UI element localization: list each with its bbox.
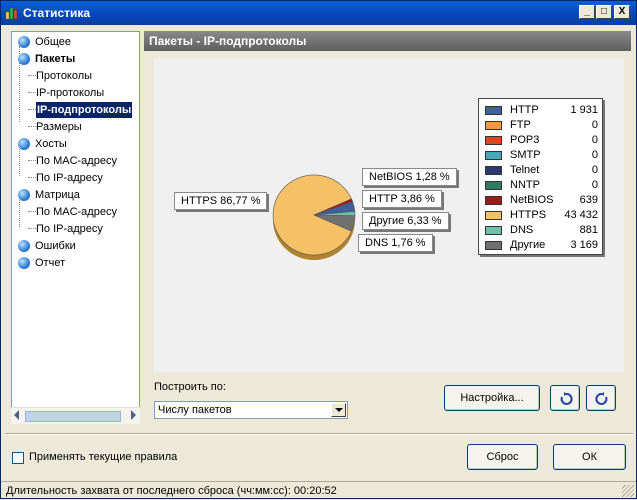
legend-value: 0 bbox=[591, 164, 598, 176]
legend-value: 639 bbox=[579, 194, 598, 206]
legend-swatch bbox=[485, 151, 502, 160]
tree-connector bbox=[19, 200, 20, 227]
statistics-window: Статистика _ □ X Общее Пакеты Протоколы … bbox=[0, 0, 637, 499]
tree-horizontal-scrollbar[interactable] bbox=[11, 407, 140, 424]
legend-item: DNS 881 bbox=[485, 223, 598, 238]
legend-label: Telnet bbox=[510, 164, 540, 176]
build-by-label: Построить по: bbox=[154, 381, 226, 393]
status-bar: Длительность захвата от последнего сброс… bbox=[1, 481, 636, 499]
tree-connector bbox=[28, 160, 36, 161]
legend-swatch bbox=[485, 136, 502, 145]
build-by-select[interactable]: Числу пакетов bbox=[154, 401, 348, 419]
legend-label: Другие bbox=[510, 239, 546, 251]
legend-label: HTTPS bbox=[510, 209, 547, 221]
legend-value: 1 931 bbox=[570, 104, 598, 116]
legend-value: 0 bbox=[591, 134, 598, 146]
maximize-button[interactable]: □ bbox=[596, 5, 612, 19]
title-bar[interactable]: Статистика _ □ X bbox=[1, 1, 636, 25]
build-by-value: Числу пакетов bbox=[158, 404, 232, 416]
legend-value: 881 bbox=[579, 224, 598, 236]
legend-item: SMTP 0 bbox=[485, 148, 598, 163]
close-button[interactable]: X bbox=[614, 5, 630, 19]
divider bbox=[5, 433, 633, 435]
callout-other: Другие 6,33 % bbox=[362, 212, 449, 230]
tree-connector bbox=[28, 75, 36, 76]
legend-label: FTP bbox=[510, 119, 531, 131]
legend-value: 43 432 bbox=[564, 209, 598, 221]
panel-title: Пакеты - IP-подпротоколы bbox=[144, 31, 631, 51]
ok-button[interactable]: ОК bbox=[553, 444, 626, 470]
legend-swatch bbox=[485, 241, 502, 250]
callout-dns: DNS 1,76 % bbox=[358, 234, 433, 252]
resize-grip-icon[interactable] bbox=[622, 485, 634, 497]
legend-label: NetBIOS bbox=[510, 194, 554, 206]
globe-icon bbox=[18, 257, 30, 269]
legend-label: DNS bbox=[510, 224, 534, 236]
legend-swatch bbox=[485, 211, 502, 220]
tree-connector bbox=[19, 149, 20, 176]
callout-http: HTTP 3,86 % bbox=[362, 190, 442, 208]
legend-item: FTP 0 bbox=[485, 118, 598, 133]
globe-icon bbox=[18, 240, 30, 252]
legend-swatch bbox=[485, 196, 502, 205]
chevron-down-icon[interactable] bbox=[331, 403, 346, 417]
window-title: Статистика bbox=[23, 6, 91, 20]
legend-swatch bbox=[485, 181, 502, 190]
apply-rules-checkbox[interactable] bbox=[12, 452, 24, 464]
statistics-app-icon bbox=[5, 7, 18, 20]
scroll-left-arrow-icon[interactable] bbox=[14, 410, 19, 420]
minimize-button[interactable]: _ bbox=[579, 5, 595, 19]
scrollbar-thumb[interactable] bbox=[25, 411, 121, 422]
legend-item: NNTP 0 bbox=[485, 178, 598, 193]
legend-item: HTTPS 43 432 bbox=[485, 208, 598, 223]
globe-icon bbox=[18, 53, 30, 65]
settings-button[interactable]: Настройка... bbox=[444, 385, 540, 411]
legend-value: 0 bbox=[591, 149, 598, 161]
legend-swatch bbox=[485, 121, 502, 130]
tree-connector bbox=[28, 109, 36, 110]
legend-item: HTTP 1 931 bbox=[485, 103, 598, 118]
tree-connector bbox=[28, 211, 36, 212]
tree-connector bbox=[28, 92, 36, 93]
reset-button[interactable]: Сброс bbox=[467, 444, 538, 470]
tree-connector bbox=[28, 126, 36, 127]
legend-value: 3 169 bbox=[570, 239, 598, 251]
globe-icon bbox=[18, 189, 30, 201]
legend-label: NNTP bbox=[510, 179, 540, 191]
legend-swatch bbox=[485, 226, 502, 235]
legend-item: POP3 0 bbox=[485, 133, 598, 148]
legend-label: HTTP bbox=[510, 104, 539, 116]
legend-value: 0 bbox=[591, 179, 598, 191]
refresh-reverse-icon bbox=[595, 392, 608, 405]
legend-item: Другие 3 169 bbox=[485, 238, 598, 253]
legend-label: SMTP bbox=[510, 149, 541, 161]
capture-duration-text: Длительность захвата от последнего сброс… bbox=[6, 485, 337, 497]
globe-icon bbox=[18, 36, 30, 48]
legend-swatch bbox=[485, 166, 502, 175]
chart-legend: HTTP 1 931 FTP 0 POP3 0 SMTP 0 Telnet 0 NNTP 0 NetBI… bbox=[478, 98, 603, 255]
refresh-button[interactable] bbox=[550, 385, 580, 411]
legend-item: Telnet 0 bbox=[485, 163, 598, 178]
refresh-icon bbox=[560, 392, 573, 405]
globe-icon bbox=[18, 138, 30, 150]
legend-swatch bbox=[485, 106, 502, 115]
apply-rules-label: Применять текущие правила bbox=[29, 451, 178, 463]
refresh-reverse-button[interactable] bbox=[586, 385, 616, 411]
scroll-right-arrow-icon[interactable] bbox=[131, 410, 136, 420]
legend-value: 0 bbox=[591, 119, 598, 131]
legend-item: NetBIOS 639 bbox=[485, 193, 598, 208]
navigation-tree[interactable]: Общее Пакеты Протоколы IP-протоколы IP-п… bbox=[11, 31, 140, 424]
legend-label: POP3 bbox=[510, 134, 540, 146]
callout-netbios: NetBIOS 1,28 % bbox=[362, 168, 457, 186]
tree-connector bbox=[28, 228, 36, 229]
callout-https: HTTPS 86,77 % bbox=[174, 192, 268, 210]
tree-connector bbox=[28, 177, 36, 178]
